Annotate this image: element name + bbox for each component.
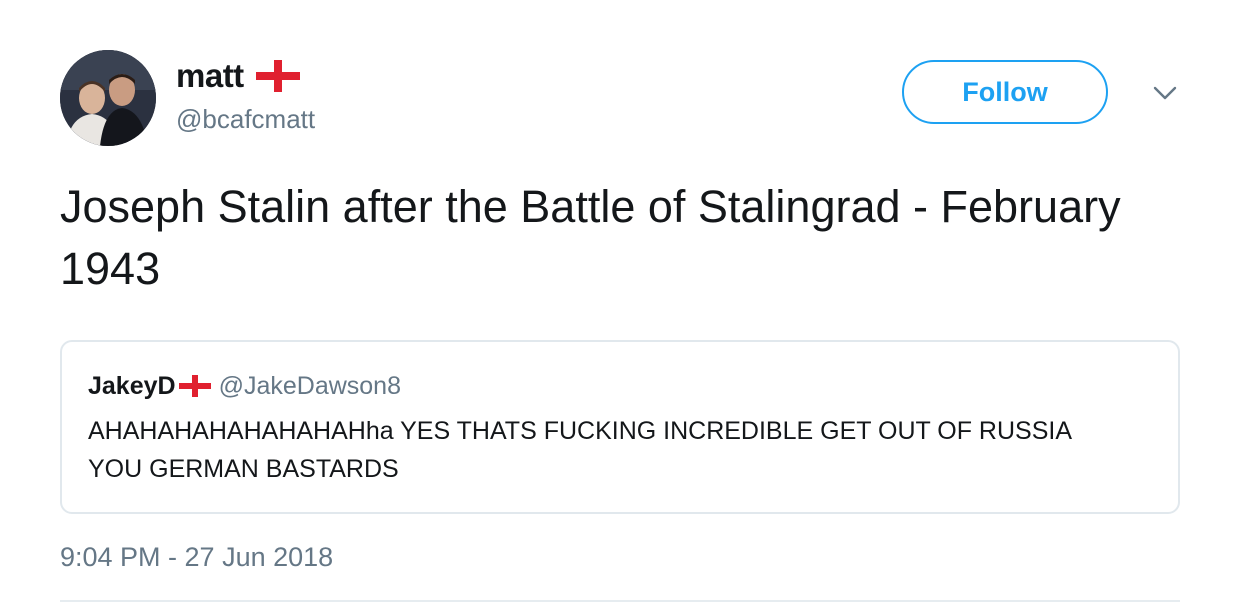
- tweet-timestamp[interactable]: 9:04 PM - 27 Jun 2018: [60, 540, 333, 574]
- follow-button[interactable]: Follow: [902, 60, 1108, 124]
- author-handle[interactable]: @bcafcmatt: [176, 103, 315, 135]
- avatar-photo: [60, 50, 156, 146]
- quoted-tweet-text: AHAHAHAHAHAHAHAHha YES THATS FUCKING INC…: [88, 417, 1071, 483]
- quoted-tweet-card[interactable]: JakeyD @JakeDawson8 AHAHAHAHAHAHAHAHha Y…: [60, 340, 1180, 514]
- avatar[interactable]: [60, 50, 156, 146]
- england-flag-icon: [178, 375, 211, 397]
- author-display-name-row[interactable]: matt: [176, 56, 300, 96]
- chevron-down-icon[interactable]: [1152, 84, 1178, 102]
- author-display-name[interactable]: matt: [176, 56, 244, 96]
- quoted-author-display-name: JakeyD: [88, 372, 176, 400]
- england-flag-icon: [255, 60, 300, 92]
- quoted-author-handle: @JakeDawson8: [218, 372, 401, 400]
- tweet-text: Joseph Stalin after the Battle of Stalin…: [60, 181, 1121, 294]
- divider: [60, 600, 1180, 602]
- quoted-tweet-header: JakeyD @JakeDawson8: [88, 370, 401, 402]
